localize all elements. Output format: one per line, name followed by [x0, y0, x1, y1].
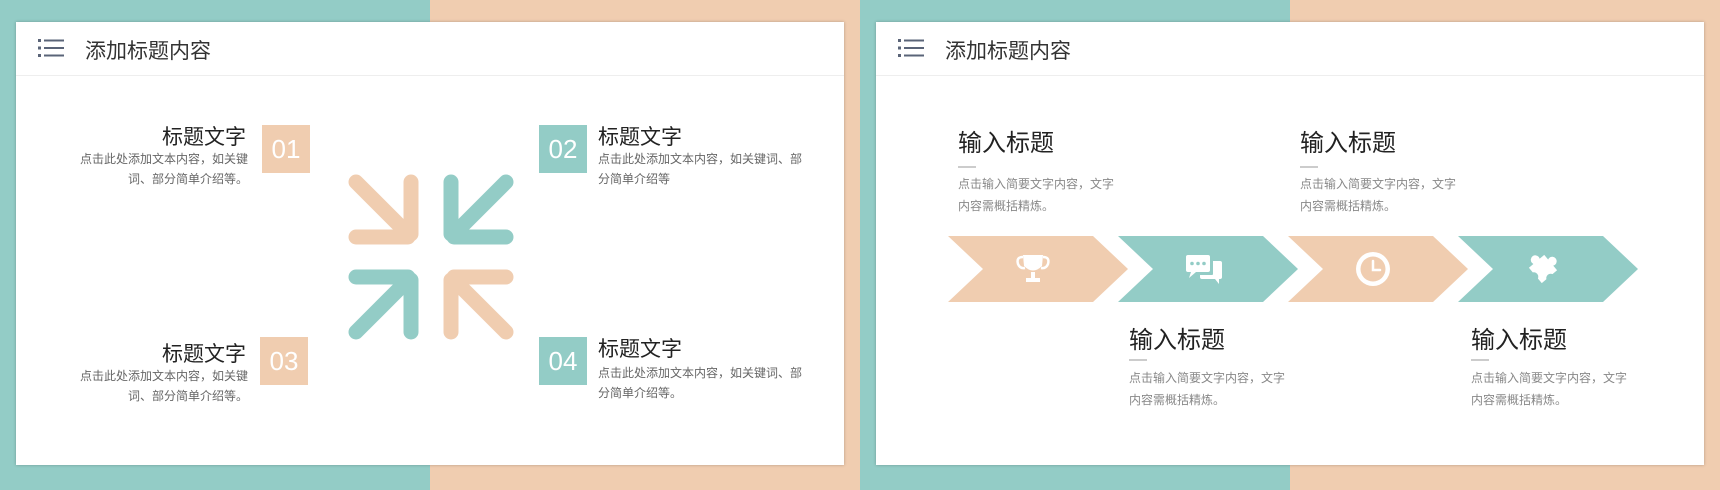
menu-icon[interactable]: [38, 38, 64, 58]
arrow-bottom-left-icon: [348, 269, 419, 340]
step-desc-3: 点击输入简要文字内容，文字内容需概括精炼。: [1300, 177, 1457, 213]
process-chevrons: [948, 236, 1638, 302]
header-divider: [876, 75, 1704, 76]
step-desc-1: 点击输入简要文字内容，文字内容需概括精炼。: [958, 177, 1115, 213]
item-title-02: 标题文字: [598, 125, 682, 149]
slide-title: 添加标题内容: [85, 39, 211, 63]
number-badge-02: 02: [539, 125, 587, 173]
slide-right: 添加标题内容 输入标题 点击输入简要文字内容，文字内容需概括精炼。 输入标题 点…: [860, 0, 1720, 490]
step-dash-3: [1300, 166, 1318, 168]
item-title-01: 标题文字: [162, 125, 246, 149]
number-badge-04: 04: [539, 337, 587, 385]
step-title-3: 输入标题: [1300, 129, 1396, 157]
header-divider: [16, 75, 844, 76]
item-desc-02: 点击此处添加文本内容，如关键词、部分简单介绍等: [598, 152, 803, 186]
step-desc-4: 点击输入简要文字内容，文字内容需概括精炼。: [1471, 371, 1628, 407]
step-dash-2: [1129, 359, 1147, 361]
step-dash-4: [1471, 359, 1489, 361]
slide-left: 添加标题内容 标题文字 点击此处添加文本内容，如关键词、部分简单介绍等。 01 …: [0, 0, 860, 490]
menu-icon[interactable]: [898, 38, 924, 58]
clock-icon: [1356, 252, 1390, 286]
number-badge-01: 01: [262, 125, 310, 173]
number-badge-03: 03: [260, 337, 308, 385]
step-title-2: 输入标题: [1129, 326, 1225, 354]
arrow-bottom-right-icon: [443, 269, 514, 340]
arrow-top-right-icon: [443, 174, 514, 245]
step-title-4: 输入标题: [1471, 326, 1567, 354]
converging-arrows-graphic: [348, 174, 514, 340]
item-desc-01: 点击此处添加文本内容，如关键词、部分简单介绍等。: [79, 152, 248, 186]
slide-card: 添加标题内容 输入标题 点击输入简要文字内容，文字内容需概括精炼。 输入标题 点…: [876, 22, 1704, 465]
step-desc-2: 点击输入简要文字内容，文字内容需概括精炼。: [1129, 371, 1286, 407]
item-desc-04: 点击此处添加文本内容，如关键词、部分简单介绍等。: [598, 366, 803, 400]
item-title-04: 标题文字: [598, 337, 682, 361]
item-title-03: 标题文字: [162, 342, 246, 366]
slide-card: 添加标题内容 标题文字 点击此处添加文本内容，如关键词、部分简单介绍等。 01 …: [16, 22, 844, 465]
slide-title: 添加标题内容: [945, 39, 1071, 63]
arrow-top-left-icon: [348, 174, 419, 245]
step-title-1: 输入标题: [958, 129, 1054, 157]
item-desc-03: 点击此处添加文本内容，如关键词、部分简单介绍等。: [79, 369, 248, 403]
step-dash-1: [958, 166, 976, 168]
